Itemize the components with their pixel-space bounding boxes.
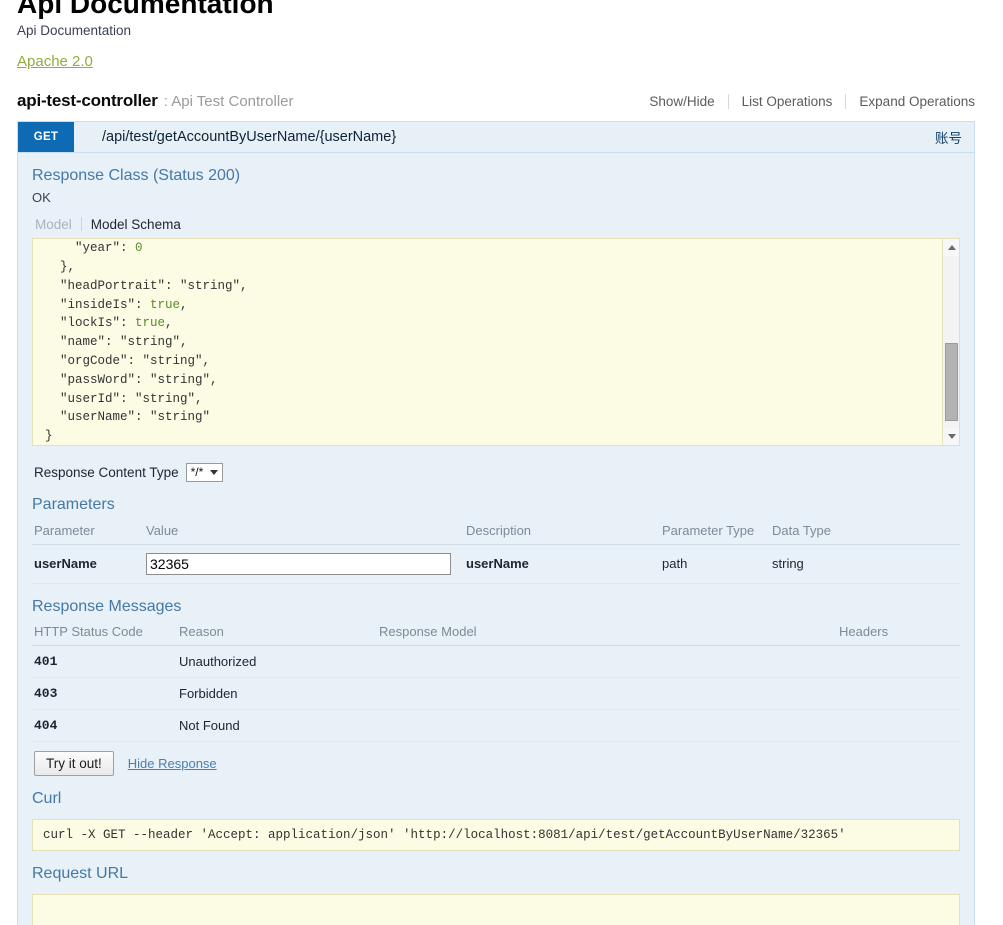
table-row: userNameuserNamepathstring xyxy=(32,544,960,584)
http-method-badge: GET xyxy=(18,122,74,152)
response-content-type-row: Response Content Type */* xyxy=(32,446,960,482)
status-headers xyxy=(837,677,960,711)
operation-body: Response Class (Status 200) OK Model Mod… xyxy=(18,153,974,925)
th-response-model: Response Model xyxy=(377,622,837,647)
tab-model-schema[interactable]: Model Schema xyxy=(82,217,190,232)
status-response-model xyxy=(377,677,837,711)
th-status-code: HTTP Status Code xyxy=(32,622,177,647)
model-schema-code: "year": 0 }, "headPortrait": "string", "… xyxy=(45,241,248,444)
page-title: Api Documentation xyxy=(17,0,274,19)
th-value: Value xyxy=(144,520,464,545)
resource-name[interactable]: api-test-controller xyxy=(17,91,158,111)
scroll-down-button[interactable] xyxy=(943,427,959,445)
resource-heading: api-test-controller : Api Test Controlle… xyxy=(0,91,1003,111)
status-code: 404 xyxy=(32,709,177,743)
show-hide-link[interactable]: Show/Hide xyxy=(649,94,727,109)
resource-description: : Api Test Controller xyxy=(164,93,294,110)
resource-options: Show/Hide List Operations Expand Operati… xyxy=(649,94,975,109)
try-it-out-button[interactable]: Try it out! xyxy=(34,751,114,777)
operation-block: GET /api/test/getAccountByUserName/{user… xyxy=(17,121,975,925)
response-class-status: OK xyxy=(32,189,51,205)
response-content-type-select[interactable]: */* xyxy=(185,462,224,482)
status-response-model xyxy=(377,645,837,679)
chevron-down-icon xyxy=(947,433,956,439)
response-messages-title: Response Messages xyxy=(32,597,182,615)
operation-heading[interactable]: GET /api/test/getAccountByUserName/{user… xyxy=(18,122,974,153)
table-row: 404 Not Found xyxy=(32,709,960,743)
table-header-row: HTTP Status Code Reason Response Model H… xyxy=(32,622,960,647)
status-code: 401 xyxy=(32,645,177,679)
status-headers xyxy=(837,645,960,679)
scrollbar-thumb[interactable] xyxy=(945,342,958,421)
table-header-row: Parameter Value Description Parameter Ty… xyxy=(32,520,960,545)
scroll-up-button[interactable] xyxy=(943,238,959,256)
th-parameter-type: Parameter Type xyxy=(660,520,770,545)
parameter-value-input[interactable] xyxy=(146,552,451,575)
status-reason: Not Found xyxy=(177,709,377,743)
parameter-description: userName xyxy=(464,544,660,584)
parameter-type: path xyxy=(660,544,770,584)
tab-model[interactable]: Model xyxy=(32,217,81,232)
swagger-ui-page: Api Documentation Api Documentation Apac… xyxy=(0,0,1003,925)
chevron-up-icon xyxy=(947,244,956,250)
parameter-value-cell xyxy=(144,544,464,584)
chevron-down-icon xyxy=(210,469,219,475)
status-headers xyxy=(837,709,960,743)
model-tabs: Model Model Schema xyxy=(32,217,960,232)
license-container: Apache 2.0 xyxy=(17,53,1003,71)
th-parameter: Parameter xyxy=(32,520,144,545)
license-link[interactable]: Apache 2.0 xyxy=(17,53,93,70)
schema-scrollbar[interactable] xyxy=(942,238,959,445)
operation-summary: 账号 xyxy=(935,131,962,146)
expand-operations-link[interactable]: Expand Operations xyxy=(846,94,975,109)
status-code: 403 xyxy=(32,677,177,711)
resource-description-text: Api Test Controller xyxy=(171,93,294,110)
hide-response-link[interactable]: Hide Response xyxy=(128,756,217,771)
parameters-table: Parameter Value Description Parameter Ty… xyxy=(32,520,960,584)
status-reason: Unauthorized xyxy=(177,645,377,679)
try-it-out-row: Try it out! Hide Response xyxy=(32,742,960,777)
response-content-type-value: */* xyxy=(190,465,204,480)
resource-separator: : xyxy=(163,93,168,110)
th-description: Description xyxy=(464,520,660,545)
status-reason: Forbidden xyxy=(177,677,377,711)
parameters-title: Parameters xyxy=(32,495,115,513)
curl-command-block: curl -X GET --header 'Accept: applicatio… xyxy=(32,819,960,852)
response-content-type-label: Response Content Type xyxy=(34,464,179,480)
th-headers: Headers xyxy=(837,622,960,647)
table-row: 403 Forbidden xyxy=(32,677,960,711)
parameter-name: userName xyxy=(32,544,144,584)
parameter-data-type: string xyxy=(770,544,960,584)
model-schema-panel: "year": 0 }, "headPortrait": "string", "… xyxy=(32,237,960,446)
request-url-title: Request URL xyxy=(32,865,129,883)
status-response-model xyxy=(377,709,837,743)
th-reason: Reason xyxy=(177,622,377,647)
api-info-header: Api Documentation Api Documentation Apac… xyxy=(0,0,1003,70)
operation-content: Response Class (Status 200) OK Model Mod… xyxy=(18,153,974,925)
list-operations-link[interactable]: List Operations xyxy=(729,94,846,109)
table-row: 401 Unauthorized xyxy=(32,645,960,679)
request-url-block xyxy=(32,893,960,925)
api-description: Api Documentation xyxy=(17,23,132,38)
response-class-title: Response Class (Status 200) xyxy=(32,167,241,184)
th-data-type: Data Type xyxy=(770,520,960,545)
curl-title: Curl xyxy=(32,790,62,808)
response-messages-table: HTTP Status Code Reason Response Model H… xyxy=(32,622,960,743)
operation-path[interactable]: /api/test/getAccountByUserName/{userName… xyxy=(74,122,935,152)
